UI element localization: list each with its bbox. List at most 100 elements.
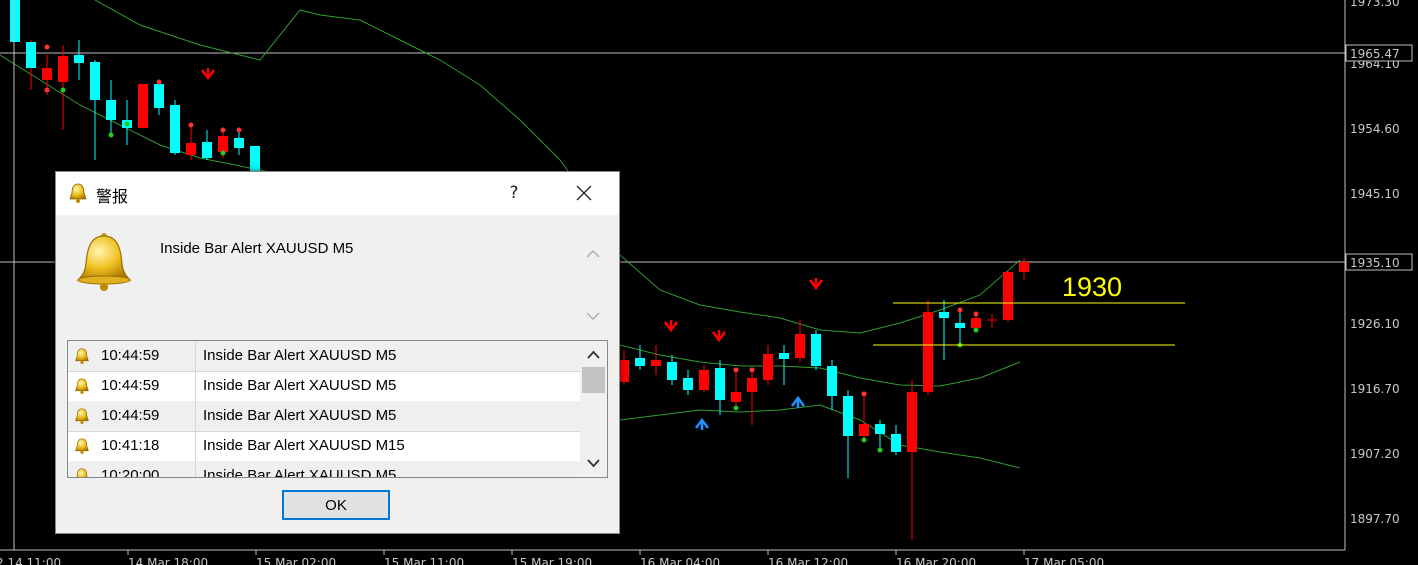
candle [795,334,805,358]
candle [42,68,52,80]
bell-icon [69,183,87,203]
candle [763,354,773,380]
time-label: 15 Mar 19:00 [512,556,592,565]
price-label: 1973.30 [1350,0,1400,9]
help-button[interactable]: ? [496,176,532,210]
dialog-titlebar[interactable]: 警报 ? [56,172,619,215]
alert-text: Inside Bar Alert XAUUSD M5 [203,347,397,364]
candle [90,62,100,100]
sell-arrow-icon [664,320,678,333]
candle [635,358,645,366]
time-label: 2.14 11:00 [0,556,61,565]
candle [1019,262,1029,272]
alert-time: 10:44:59 [101,407,160,424]
candle [827,366,837,396]
candles-right [619,258,1029,540]
candle [154,84,164,108]
alert-history-list[interactable]: 10:44:59 Inside Bar Alert XAUUSD M5 10:4… [67,340,608,478]
sell-arrow-icon [201,68,215,81]
alert-text: Inside Bar Alert XAUUSD M5 [203,377,397,394]
time-label: 16 Mar 20:00 [896,556,976,565]
candle [234,138,244,148]
close-button[interactable] [564,176,604,210]
candle [907,392,917,452]
price-marker-mid-text: 1935.10 [1350,256,1400,270]
candle [843,396,853,436]
candle [138,84,148,128]
close-icon [576,185,592,201]
time-axis-labels: 2.14 11:00 14 Mar 18:00 15 Mar 02:00 15 … [0,550,1104,565]
time-label: 15 Mar 11:00 [384,556,464,565]
price-marker-top-text: 1965.47 [1350,47,1400,61]
list-item[interactable]: 10:20:00 Inside Bar Alert XAUUSD M5 [68,461,580,478]
time-label: 16 Mar 04:00 [640,556,720,565]
alert-time: 10:20:00 [101,467,160,478]
candle [971,318,981,328]
price-label: 1954.60 [1350,122,1400,136]
candle [923,312,933,392]
candle [747,378,757,392]
sell-arrow-icon [712,330,726,343]
candle [619,360,629,382]
candle [731,392,741,402]
alert-dialog: 警报 ? Inside Bar Alert XAUUSD M5 10:44:59… [55,171,620,534]
candle [875,424,885,434]
candles-left [10,0,260,174]
price-label: 1926.10 [1350,317,1400,331]
candle [10,0,20,42]
candle [202,142,212,158]
list-scrollbar[interactable] [580,341,607,477]
alert-text: Inside Bar Alert XAUUSD M5 [203,467,397,478]
bell-icon [76,233,132,291]
candle [859,424,869,436]
bell-icon [75,348,89,364]
alert-text: Inside Bar Alert XAUUSD M5 [203,407,397,424]
candle [58,56,68,82]
message-scrollbar[interactable] [582,238,604,330]
candle [26,42,36,68]
candle [939,312,949,318]
candle [186,143,196,155]
buy-arrow-icon [791,395,805,408]
list-item[interactable]: 10:41:18 Inside Bar Alert XAUUSD M15 [68,431,580,462]
candle [683,378,693,390]
band-lower [619,404,1021,469]
candle [170,105,180,153]
price-label: 1897.70 [1350,512,1400,526]
chevron-up-icon[interactable] [580,343,607,367]
candle [106,100,116,120]
bell-icon [75,378,89,394]
alert-time: 10:44:59 [101,377,160,394]
candle [779,353,789,359]
chevron-down-icon[interactable] [582,306,604,326]
list-item[interactable]: 10:44:59 Inside Bar Alert XAUUSD M5 [68,401,580,432]
alert-message: Inside Bar Alert XAUUSD M5 [160,240,354,257]
candle [74,55,84,63]
time-label: 17 Mar 05:00 [1024,556,1104,565]
dialog-title: 警报 [96,187,129,206]
alert-text: Inside Bar Alert XAUUSD M15 [203,437,405,454]
candle [1003,272,1013,320]
candle [651,360,661,366]
sell-arrow-icon [809,278,823,291]
bell-icon [76,468,88,477]
time-label: 15 Mar 02:00 [256,556,336,565]
price-label: 1916.70 [1350,382,1400,396]
bell-icon [75,408,89,424]
bell-icon [75,438,89,454]
chevron-down-icon[interactable] [580,451,607,475]
list-item[interactable]: 10:44:59 Inside Bar Alert XAUUSD M5 [68,371,580,402]
scroll-thumb[interactable] [582,367,605,393]
ok-button[interactable]: OK [282,490,390,520]
chevron-up-icon[interactable] [582,244,604,264]
candle [699,370,709,390]
time-label: 14 Mar 18:00 [128,556,208,565]
list-item[interactable]: 10:44:59 Inside Bar Alert XAUUSD M5 [68,341,580,372]
alert-time: 10:41:18 [101,437,160,454]
level-annotation: 1930 [1062,272,1122,302]
candle [955,323,965,328]
candle [891,434,901,452]
candle [250,146,260,174]
price-label: 1907.20 [1350,447,1400,461]
candle [667,362,677,380]
